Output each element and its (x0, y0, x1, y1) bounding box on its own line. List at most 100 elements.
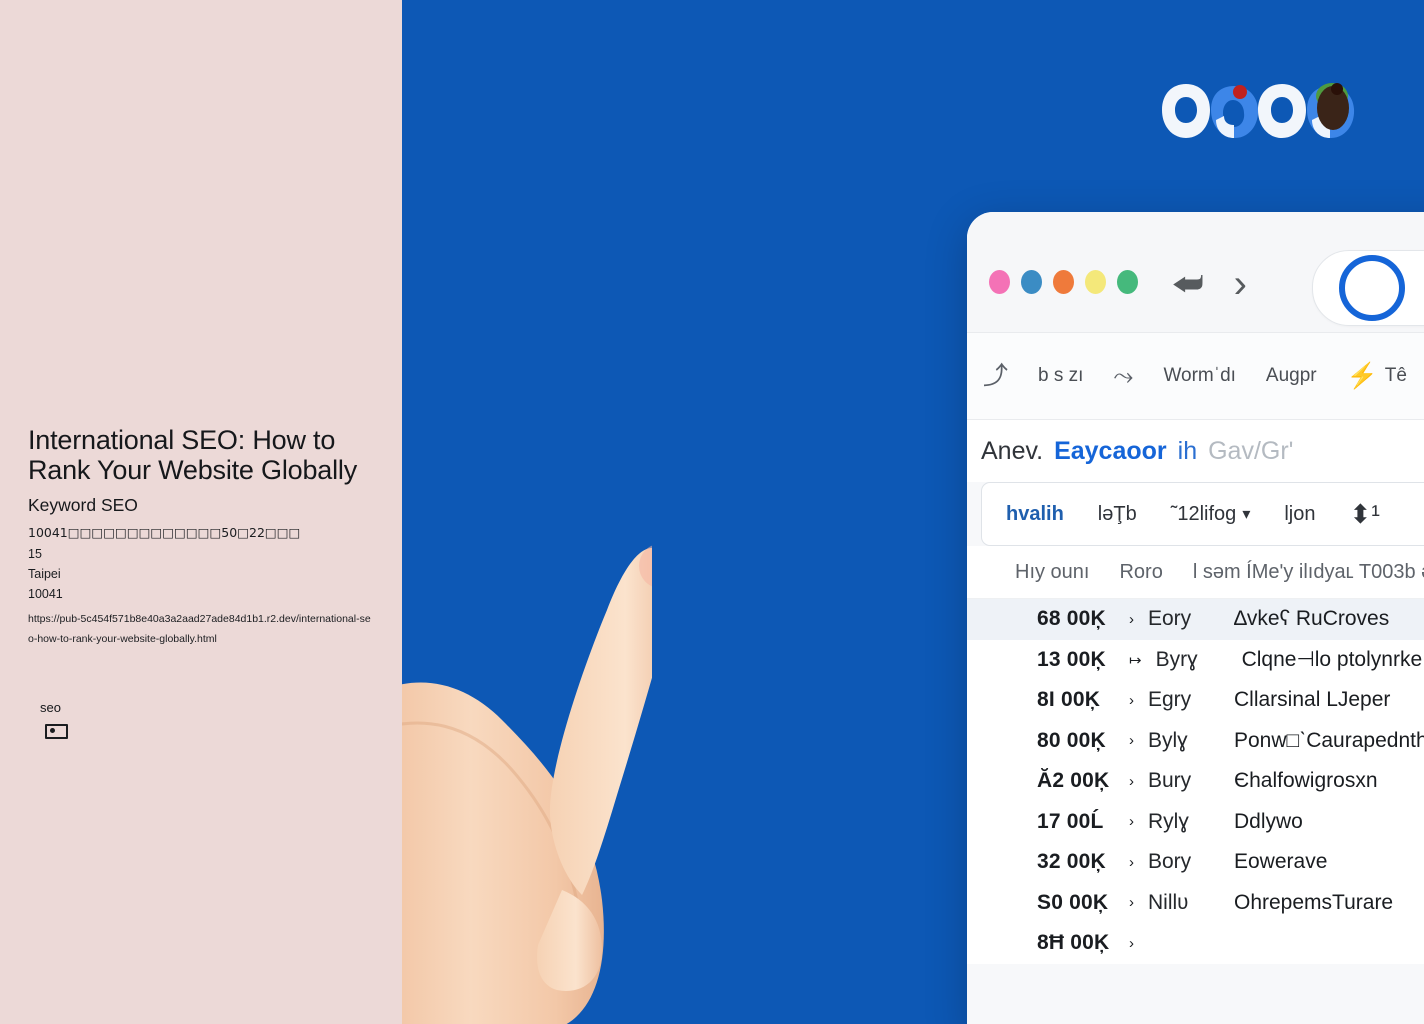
page-title: International SEO: How to Rank Your Webs… (28, 425, 357, 486)
heading-part-1: Anev. (981, 436, 1044, 465)
browser-window: ⮨ › Whind Sproiech Qvsarroxing ˈrnats Qi… (967, 212, 1424, 1024)
toolbar-item-5[interactable]: Augpr (1266, 365, 1317, 387)
table-row[interactable]: 68 00Ķ › Eory ∆vkeʕ RuCroves (967, 599, 1424, 640)
table-row[interactable]: 32 00Ķ › Bory Eowerave (967, 842, 1424, 883)
trend-icon: › (1129, 813, 1134, 831)
row-tag: Egry (1148, 688, 1192, 712)
fingertip (639, 545, 652, 587)
article-url[interactable]: https://pub-5c454f571b8e40a3a2aad27ade84… (28, 610, 376, 649)
trend-icon: › (1129, 894, 1134, 912)
window-traffic-lights[interactable] (989, 270, 1138, 294)
toolbar-item-3[interactable]: ⤳ (1113, 361, 1134, 390)
bolt-icon: ⚡ (1346, 361, 1378, 390)
brand-logo (1162, 83, 1355, 138)
image-placeholder-icon (45, 724, 68, 739)
trend-icon: › (1129, 772, 1134, 790)
index-finger (549, 548, 652, 895)
toolbar-item-1[interactable]: ⤴ (983, 361, 1009, 390)
row-tag: Bury (1148, 769, 1192, 793)
table-row[interactable]: 17 00Ĺ › Rylɣ Ddlywo (967, 802, 1424, 843)
forward-chevron-icon[interactable]: › (1234, 262, 1247, 307)
row-volume: 32 00Ķ (1037, 850, 1106, 874)
section-heading: Anev. Eaycaoor ih Gav/Grʹ (967, 420, 1424, 482)
filter-cart-icon[interactable]: ⬍¹ (1349, 499, 1379, 530)
row-volume: 8I 00Ķ (1037, 688, 1101, 712)
trend-icon: ↦ (1129, 651, 1142, 669)
browser-chrome-bar: ⮨ › Whind Sproiech Qvsarroxing ˈrnats Qi… (967, 212, 1424, 333)
row-tag: Nillʋ (1148, 890, 1189, 914)
table-row[interactable]: 13 00Ķ ↦ Byrɣ Clqne⊣lo ptolynrke (967, 640, 1424, 681)
logo-accent-dot (1331, 83, 1343, 95)
loading-ring-icon (1339, 255, 1405, 321)
back-arrow-icon[interactable]: ⮨ (1172, 265, 1204, 304)
logo-blob-1 (1162, 84, 1210, 138)
hand-crease (402, 721, 582, 921)
filter-dropdown-label: ˜12lifog (1170, 502, 1237, 525)
results-table: 68 00Ķ › Eory ∆vkeʕ RuCroves 13 00Ķ ↦ By… (967, 599, 1424, 964)
tag-block: seo (40, 700, 68, 739)
tag-label: seo (40, 700, 61, 715)
column-header-tag[interactable]: Roro (1119, 561, 1162, 584)
heading-part-3: ih (1177, 436, 1198, 465)
toolbar-icon-3: ⤳ (1113, 361, 1134, 390)
toolbar-item-6-label: Tê (1384, 365, 1407, 386)
row-volume: 80 00Ķ (1037, 728, 1106, 752)
dot-pink[interactable] (989, 270, 1010, 294)
heading-part-2: Eaycaoor (1054, 436, 1167, 465)
trend-icon: › (1129, 853, 1134, 871)
dot-orange[interactable] (1053, 270, 1074, 294)
pointing-hand (402, 545, 652, 1024)
toolbar-icon-1: ⤴ (983, 361, 1009, 390)
filter-bar: hvalih ləŢb ˜12lifog ▾ ljon ⬍¹ Tĸ ⬏ Exci… (981, 482, 1424, 546)
address-bar[interactable]: Whind Sproiech Qvsarroxing ˈrnats Qitl ʺ (1312, 250, 1424, 326)
column-header-volume[interactable]: Hıy ounı (1015, 561, 1089, 584)
row-tag: Rylɣ (1148, 809, 1189, 833)
table-row[interactable]: 8I 00Ķ › Egry Cllarsinal LJeper (967, 680, 1424, 721)
table-row[interactable]: Ă2 00Ķ › Bury Єhalfowigrosxn (967, 761, 1424, 802)
row-volume: S0 00Ķ (1037, 890, 1109, 914)
column-header-label[interactable]: l səm ÍMeʹy ilıdyaʟ T003b ǝ (1193, 561, 1424, 584)
row-label: ∆vkeʕ RuCroves (1234, 607, 1390, 631)
nav-arrows: ⮨ › (1172, 262, 1247, 307)
heading-part-4: Gav/Grʹ (1208, 436, 1294, 465)
address-line: 10041□□□□□□□□□□□□□50□22□□□ (28, 525, 301, 541)
row-tag: Bylɣ (1148, 728, 1188, 752)
row-label: OhrepemsTurare (1234, 890, 1394, 914)
row-label: Єhalfowigrosxn (1234, 769, 1378, 793)
row-volume: 17 00Ĺ (1037, 809, 1104, 833)
trend-icon: › (1129, 732, 1134, 750)
article-subtitle: Keyword SEO (28, 495, 138, 516)
table-column-headers: Hıy ounı Roro l səm ÍMeʹy ilıdyaʟ T003b … (967, 546, 1424, 599)
dot-green[interactable] (1117, 270, 1138, 294)
trend-icon: › (1129, 610, 1134, 628)
table-row[interactable]: 80 00Ķ › Bylɣ Ponw□ˋCaurapednth (967, 721, 1424, 762)
dot-blue[interactable] (1021, 270, 1042, 294)
chevron-down-icon: ▾ (1242, 506, 1251, 523)
article-meta-block: International SEO: How to Rank Your Webs… (28, 425, 380, 649)
dot-yellow[interactable] (1085, 270, 1106, 294)
hand-palm (402, 682, 604, 1024)
address-city: Taipei (28, 566, 61, 581)
filter-item-2[interactable]: ləŢb (1098, 503, 1137, 526)
middle-finger-knuckle (536, 890, 602, 991)
toolbar-item-2[interactable]: b s zı (1038, 365, 1083, 387)
trend-icon: › (1129, 691, 1134, 709)
filter-dropdown[interactable]: ˜12lifog ▾ (1171, 503, 1251, 526)
logo-blob-3 (1258, 84, 1306, 138)
row-label: Ddlywo (1234, 809, 1303, 833)
address-number: 15 (28, 546, 42, 561)
screenshot-root: International SEO: How to Rank Your Webs… (0, 0, 1424, 1024)
table-row[interactable]: 8Ħ 00Ķ › (967, 923, 1424, 964)
row-label: Cllarsinal LJeper (1234, 688, 1391, 712)
page-toolbar: ⤴ b s zı ⤳ Wormˈdı Augpr ⚡ Tê Tigeˈvˌ nl… (967, 333, 1424, 420)
logo-accent-red (1233, 85, 1247, 99)
toolbar-item-6[interactable]: ⚡ Tê (1346, 361, 1407, 390)
row-tag: Byrɣ (1155, 647, 1198, 671)
trend-icon: › (1129, 934, 1134, 952)
toolbar-item-4[interactable]: Wormˈdı (1163, 365, 1235, 387)
row-label: Ponw□ˋCaurapednth (1234, 728, 1424, 752)
filter-item-4[interactable]: ljon (1284, 503, 1315, 526)
left-info-panel: International SEO: How to Rank Your Webs… (0, 0, 402, 1024)
filter-tab-active[interactable]: hvalih (1006, 503, 1064, 526)
table-row[interactable]: S0 00Ķ › Nillʋ OhrepemsTurare (967, 883, 1424, 924)
